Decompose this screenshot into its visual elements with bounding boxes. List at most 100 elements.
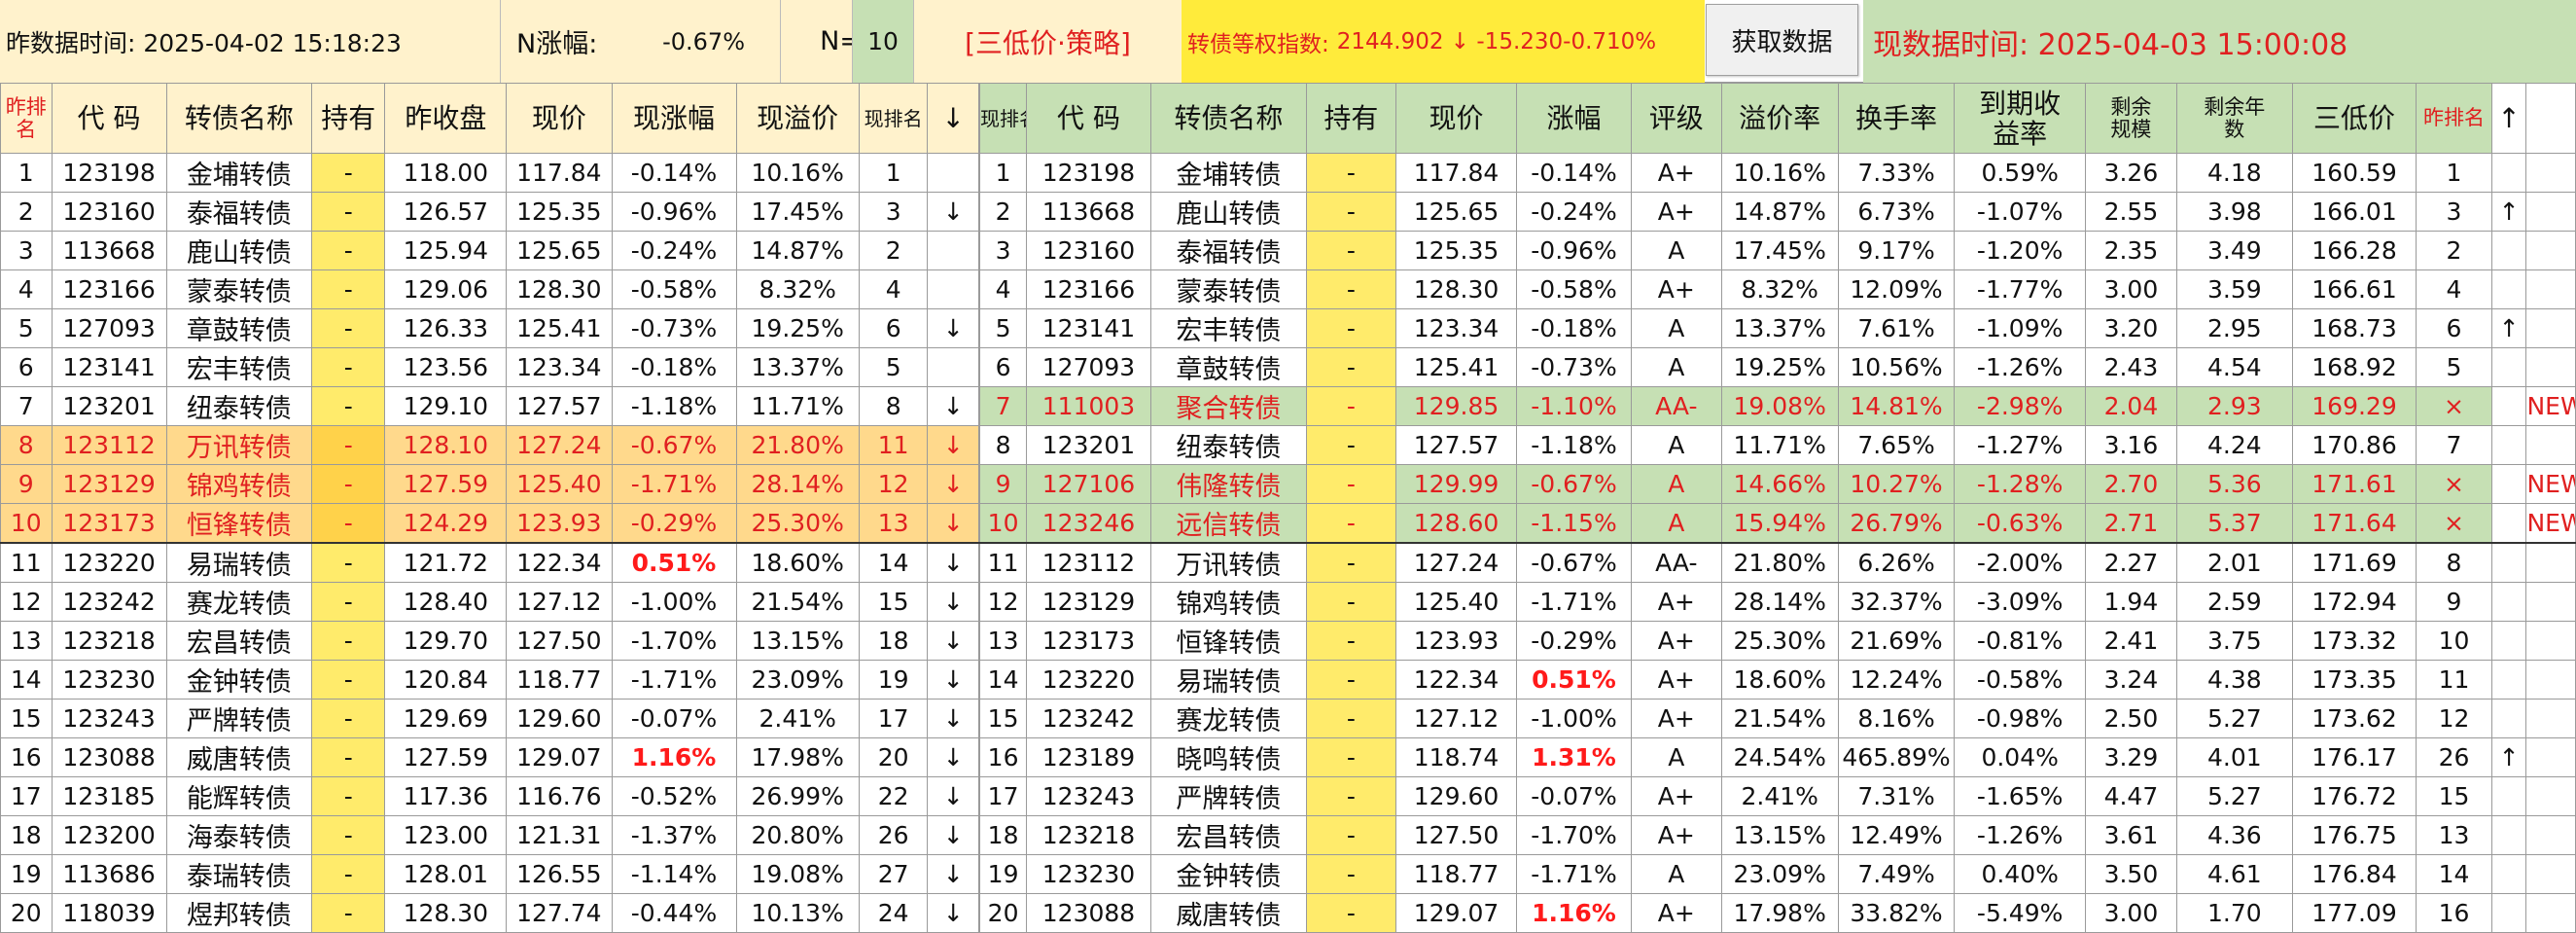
col-prev-rank-header: 昨排名 [2416,83,2492,154]
col-hold-cell[interactable]: - [1306,503,1396,544]
col-hold-cell[interactable]: - [1306,269,1396,309]
col-remaining-size-cell: 2.41 [2084,621,2177,661]
col-hold-cell[interactable]: - [310,192,386,232]
n-value-input[interactable]: 10 [852,0,914,83]
col-hold-cell[interactable]: - [310,503,386,544]
table-row: 2 113668 鹿山转债 -125.65 -0.24% A+ 14.87% 6.73% -1.… [978,192,2576,232]
col-hold-cell[interactable]: - [310,621,386,661]
col-name-cell: 海泰转债 [165,815,312,855]
col-change-header: 涨幅 [1516,83,1632,154]
new-flag-cell [2525,854,2576,894]
col-hold-cell[interactable]: - [1306,815,1396,855]
col-hold-cell[interactable]: - [1306,737,1396,777]
col-trend-cell [927,269,979,309]
table-row: 3 113668 鹿山转债 -125.94 125.65 -0.24% 14.87% 2 [0,231,979,270]
col-prev-rank-cell: 13 [0,621,53,661]
col-remaining-size-cell: 2.55 [2084,192,2177,232]
col-hold-cell[interactable]: - [310,582,386,622]
col-change-cell: -1.14% [611,854,737,894]
col-hold-cell[interactable]: - [310,425,386,465]
col-hold-cell[interactable]: - [310,737,386,777]
col-trend-header: ↑ [2490,83,2527,154]
col-hold-cell[interactable]: - [310,347,386,387]
new-flag-cell [2525,699,2576,738]
col-premium-cell: 10.16% [735,153,860,193]
col-prev-rank-cell: 17 [0,776,53,816]
col-name-cell: 聚合转债 [1149,386,1308,426]
col-trend-cell [2490,776,2527,816]
new-flag-cell [2525,269,2576,309]
col-triple-low-cell: 176.17 [2291,737,2417,777]
col-hold-cell[interactable]: - [1306,153,1396,193]
col-trend-cell [2490,425,2527,465]
col-hold-cell[interactable]: - [310,660,386,700]
index-value: 2144.902 ↓ -15.230-0.710% [1336,28,1657,54]
col-hold-cell[interactable]: - [1306,192,1396,232]
col-hold-cell[interactable]: - [310,153,386,193]
col-prev-close-cell: 120.84 [384,660,508,700]
col-hold-cell[interactable]: - [1306,425,1396,465]
col-price-cell: 122.34 [1394,660,1518,700]
fetch-data-button[interactable]: 获取数据 [1706,4,1858,76]
col-hold-cell[interactable]: - [310,542,386,583]
col-name-cell: 恒锋转债 [1149,621,1308,661]
col-price-cell: 126.55 [506,854,613,894]
col-name-cell: 蒙泰转债 [165,269,312,309]
col-hold-cell[interactable]: - [1306,231,1396,270]
col-turnover-cell: 33.82% [1837,893,1956,933]
col-prev-rank-cell: 7 [0,386,53,426]
col-hold-cell[interactable]: - [1306,542,1396,583]
col-hold-cell[interactable]: - [1306,854,1396,894]
col-name-cell: 鹿山转债 [165,231,312,270]
col-change-cell: -0.58% [611,269,737,309]
col-hold-cell[interactable]: - [1306,464,1396,504]
col-price-cell: 125.40 [1394,582,1518,622]
col-rating-cell: AA- [1630,542,1722,583]
col-ytm-cell: 0.04% [1954,737,2086,777]
col-current-rank-cell: 6 [858,308,929,348]
col-hold-cell[interactable]: - [310,269,386,309]
col-hold-cell[interactable]: - [310,308,386,348]
col-prev-rank-cell: 10 [2416,621,2492,661]
col-remaining-size-cell: 2.27 [2084,542,2177,583]
col-hold-cell[interactable]: - [1306,776,1396,816]
col-hold-cell[interactable]: - [310,854,386,894]
col-hold-cell[interactable]: - [1306,660,1396,700]
col-ytm-cell: -0.58% [1954,660,2086,700]
col-hold-cell[interactable]: - [1306,621,1396,661]
col-price-cell: 125.41 [506,308,613,348]
col-hold-cell[interactable]: - [1306,386,1396,426]
col-hold-cell[interactable]: - [1306,582,1396,622]
new-flag-cell [2525,737,2576,777]
col-code-cell: 123129 [51,464,167,504]
col-current-rank-cell: 13 [858,503,929,544]
col-rating-cell: A+ [1630,153,1722,193]
col-turnover-cell: 7.33% [1837,153,1956,193]
col-premium-rate-cell: 8.32% [1720,269,1839,309]
col-current-rank-cell: 15 [978,699,1028,738]
col-hold-cell[interactable]: - [1306,347,1396,387]
col-name-header: 转债名称 [1149,83,1308,154]
col-hold-cell[interactable]: - [310,893,386,933]
col-prev-rank-cell: 12 [2416,699,2492,738]
col-price-cell: 127.12 [506,582,613,622]
col-hold-cell[interactable]: - [310,699,386,738]
col-hold-cell[interactable]: - [1306,893,1396,933]
col-hold-cell[interactable]: - [310,386,386,426]
col-hold-cell[interactable]: - [1306,308,1396,348]
table-row: 15 123242 赛龙转债 -127.12 -1.00% A+ 21.54% 8.16% -0… [978,699,2576,738]
col-hold-cell[interactable]: - [1306,699,1396,738]
col-hold-cell[interactable]: - [310,776,386,816]
col-code-cell: 123173 [1026,621,1151,661]
table-row: 9 123129 锦鸡转债 -127.59 125.40 -1.71% 28.14% 12 ↓ [0,464,979,504]
col-change-cell: -1.37% [611,815,737,855]
col-triple-low-cell: 172.94 [2291,582,2417,622]
col-hold-cell[interactable]: - [310,231,386,270]
col-new-flag-header [2525,83,2576,154]
col-prev-rank-cell: 8 [2416,542,2492,583]
col-hold-cell[interactable]: - [310,815,386,855]
col-change-cell: -1.18% [1516,425,1632,465]
col-prev-close-cell: 129.06 [384,269,508,309]
col-hold-cell[interactable]: - [310,464,386,504]
col-rating-cell: A+ [1630,699,1722,738]
